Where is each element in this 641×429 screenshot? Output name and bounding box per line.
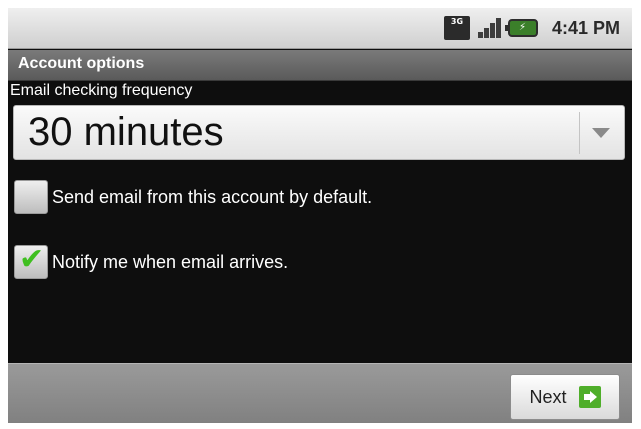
bottom-bar: Next — [8, 363, 632, 423]
frequency-value: 30 minutes — [28, 110, 224, 154]
chevron-down-icon[interactable] — [592, 128, 610, 138]
frequency-spinner[interactable]: 30 minutes — [13, 105, 625, 160]
default-account-label: Send email from this account by default. — [52, 186, 373, 207]
notify-row[interactable]: ✔ Notify me when email arrives. — [14, 242, 289, 279]
battery-charging-icon: ⚡ — [504, 19, 538, 37]
checkmark-icon: ✔ — [19, 242, 45, 277]
default-account-row[interactable]: Send email from this account by default. — [14, 180, 372, 214]
next-button-label: Next — [529, 386, 567, 407]
notify-label: Notify me when email arrives. — [52, 251, 289, 272]
signal-icon — [476, 16, 502, 40]
network-label: 3G — [450, 17, 464, 26]
status-time: 4:41 PM — [551, 17, 620, 38]
title-bar: Account options — [8, 50, 632, 81]
notify-checkbox[interactable]: ✔ — [14, 242, 48, 279]
arrow-right-icon — [578, 386, 601, 408]
status-icons: 3G ⚡ 4:41 PM — [443, 14, 620, 42]
frequency-label: Email checking frequency — [10, 82, 193, 99]
next-button[interactable]: Next — [510, 374, 620, 420]
phone-screen: 3G ⚡ 4:41 PM Account options Email check… — [8, 8, 632, 423]
spinner-divider — [579, 112, 580, 154]
page-title: Account options — [18, 55, 145, 72]
default-account-checkbox[interactable] — [14, 180, 48, 214]
network-3g-icon: 3G — [443, 16, 470, 40]
status-bar: 3G ⚡ 4:41 PM — [8, 8, 632, 49]
